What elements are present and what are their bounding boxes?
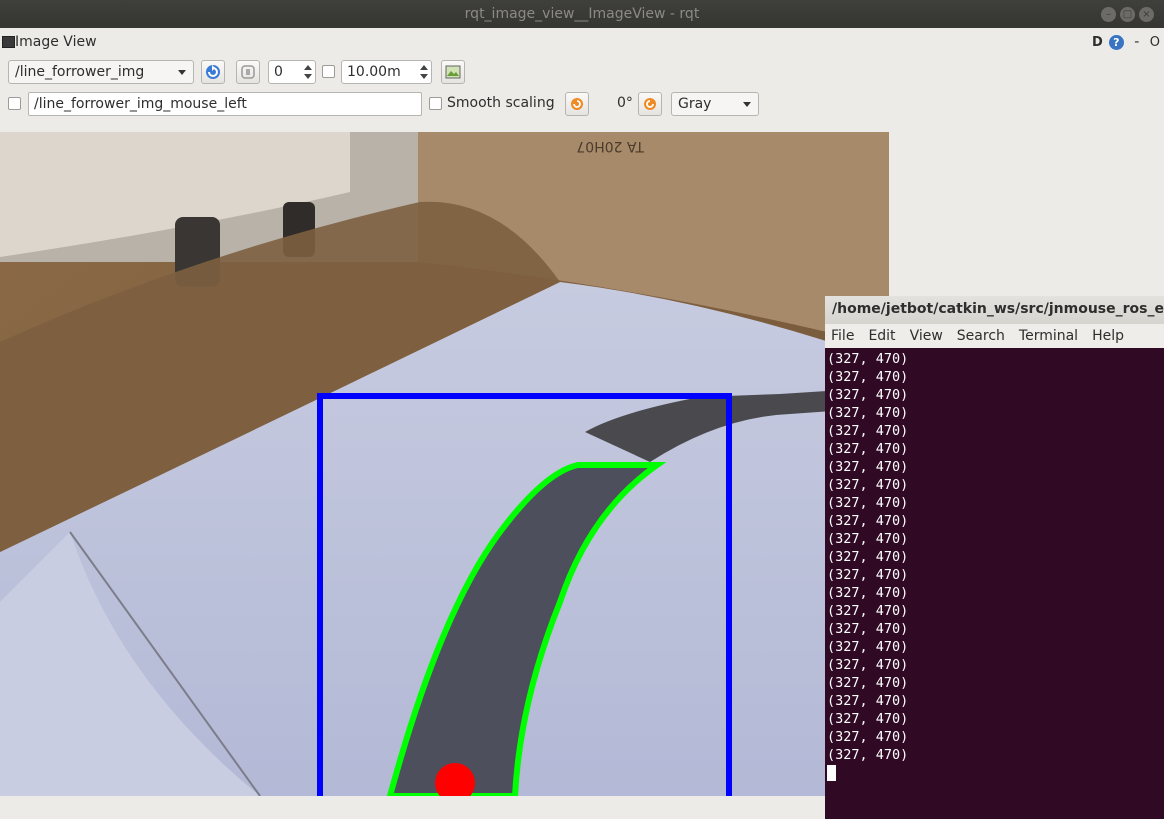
terminal-line: (327, 470) <box>827 711 909 727</box>
terminal-line: (327, 470) <box>827 369 909 385</box>
window-title: rqt_image_view__ImageView - rqt <box>464 6 700 22</box>
rotate-left-icon <box>571 98 583 110</box>
terminal-line: (327, 470) <box>827 747 909 763</box>
refresh-topics-button[interactable] <box>201 60 225 84</box>
spin-down-icon[interactable] <box>420 74 428 79</box>
camera-image-canvas[interactable]: TA 20H07 <box>0 132 889 796</box>
terminal-line: (327, 470) <box>827 531 909 547</box>
terminal-line: (327, 470) <box>827 423 909 439</box>
terminal-output[interactable]: (327, 470) (327, 470) (327, 470) (327, 470)… <box>827 350 1164 782</box>
menu-search[interactable]: Search <box>957 328 1005 348</box>
terminal-line: (327, 470) <box>827 567 909 583</box>
terminal-line: (327, 470) <box>827 351 909 367</box>
menu-help[interactable]: Help <box>1092 328 1124 348</box>
terminal-line: (327, 470) <box>827 477 909 493</box>
terminal-line: (327, 470) <box>827 603 909 619</box>
refresh-icon <box>206 65 220 79</box>
chevron-down-icon <box>178 70 186 75</box>
timeout-spinbox[interactable]: 10.00m <box>341 60 432 84</box>
chevron-down-icon <box>743 102 751 107</box>
spin-up-icon[interactable] <box>304 65 312 70</box>
zoom-icon <box>241 65 255 79</box>
plugin-minimize-button[interactable]: - <box>1130 34 1144 50</box>
topic-dropdown[interactable]: /line_forrower_img <box>8 60 194 84</box>
timeout-spinbox-value: 10.00m <box>347 64 401 80</box>
smooth-scaling-checkbox[interactable] <box>429 97 442 110</box>
terminal-line: (327, 470) <box>827 441 909 457</box>
spin-down-icon[interactable] <box>304 74 312 79</box>
terminal-window[interactable]: /home/jetbot/catkin_ws/src/jnmouse_ros_e… <box>825 296 1164 819</box>
terminal-line: (327, 470) <box>827 675 909 691</box>
save-image-icon <box>445 65 461 79</box>
plugin-title: Image View <box>15 34 97 50</box>
image-view-icon <box>2 36 15 48</box>
terminal-line: (327, 470) <box>827 387 909 403</box>
plugin-close-button[interactable]: O <box>1150 35 1160 50</box>
rotation-label: 0° <box>617 95 633 111</box>
terminal-line: (327, 470) <box>827 693 909 709</box>
zoom-spinbox-value: 0 <box>274 64 283 80</box>
maximize-window-button[interactable]: □ <box>1120 7 1135 22</box>
terminal-line: (327, 470) <box>827 549 909 565</box>
close-window-button[interactable]: × <box>1139 7 1154 22</box>
terminal-line: (327, 470) <box>827 621 909 637</box>
publish-mouse-checkbox[interactable] <box>8 97 21 110</box>
minimize-window-button[interactable]: – <box>1101 7 1116 22</box>
color-scheme-dropdown[interactable]: Gray <box>671 92 759 116</box>
terminal-line: (327, 470) <box>827 657 909 673</box>
rotate-right-button[interactable] <box>638 92 662 116</box>
terminal-title: /home/jetbot/catkin_ws/src/jnmouse_ros_e… <box>825 296 1164 324</box>
dock-d-button[interactable]: D <box>1092 35 1103 50</box>
window-titlebar: rqt_image_view__ImageView - rqt – □ × <box>0 0 1164 28</box>
terminal-line: (327, 470) <box>827 729 909 745</box>
spin-up-icon[interactable] <box>420 65 428 70</box>
menu-edit[interactable]: Edit <box>868 328 895 348</box>
terminal-line: (327, 470) <box>827 459 909 475</box>
camera-image[interactable]: TA 20H07 <box>0 132 889 796</box>
plugin-header: Image View D ? - O <box>0 32 1164 54</box>
help-icon[interactable]: ? <box>1108 34 1124 50</box>
terminal-line: (327, 470) <box>827 495 909 511</box>
zoom-fit-button[interactable] <box>236 60 260 84</box>
terminal-menubar: File Edit View Search Terminal Help <box>825 324 1164 348</box>
menu-terminal[interactable]: Terminal <box>1019 328 1078 348</box>
rotate-left-button[interactable] <box>565 92 589 116</box>
status-bar <box>0 796 825 819</box>
save-image-button[interactable] <box>441 60 465 84</box>
zoom-spinbox[interactable]: 0 <box>268 60 316 84</box>
color-scheme-value: Gray <box>678 96 712 112</box>
terminal-cursor <box>827 765 836 781</box>
dynamic-range-checkbox[interactable] <box>322 65 335 78</box>
terminal-line: (327, 470) <box>827 513 909 529</box>
topic-dropdown-value: /line_forrower_img <box>15 64 145 80</box>
menu-view[interactable]: View <box>910 328 943 348</box>
box-print-text: TA 20H07 <box>576 138 645 154</box>
menu-file[interactable]: File <box>831 328 854 348</box>
mouse-topic-input[interactable]: /line_forrower_img_mouse_left <box>28 92 422 116</box>
rotate-right-icon <box>644 98 656 110</box>
terminal-line: (327, 470) <box>827 585 909 601</box>
mouse-topic-value: /line_forrower_img_mouse_left <box>34 96 247 112</box>
terminal-line: (327, 470) <box>827 639 909 655</box>
terminal-line: (327, 470) <box>827 405 909 421</box>
smooth-scaling-label: Smooth scaling <box>447 95 555 111</box>
